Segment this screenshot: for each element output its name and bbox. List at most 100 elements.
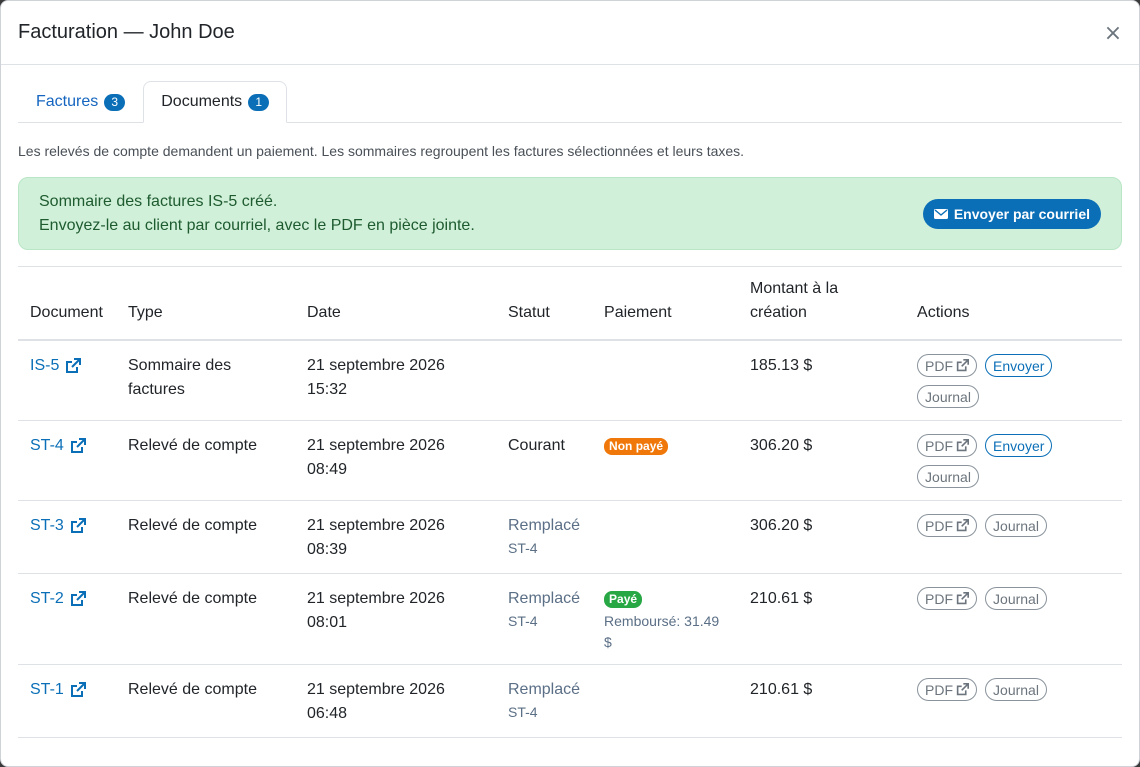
document-link[interactable]: ST-4 bbox=[30, 434, 86, 458]
journal-button[interactable]: Journal bbox=[917, 385, 979, 408]
external-link-icon bbox=[956, 359, 970, 372]
external-link-icon bbox=[956, 592, 970, 605]
journal-button[interactable]: Journal bbox=[985, 587, 1047, 610]
replaced-by-ref: ST-4 bbox=[508, 613, 538, 629]
date-time: 08:01 bbox=[307, 614, 348, 631]
document-link[interactable]: ST-1 bbox=[30, 678, 86, 702]
cell-payment bbox=[592, 500, 739, 574]
cell-amount: 210.61 $ bbox=[738, 573, 906, 665]
cell-amount: 185.13 $ bbox=[738, 340, 906, 421]
date-time: 15:32 bbox=[307, 381, 348, 398]
date-time: 06:48 bbox=[307, 705, 348, 722]
date-day: 21 septembre 2026 bbox=[307, 517, 445, 534]
documents-table: Document Type Date Statut Paiement Monta… bbox=[18, 267, 1122, 738]
status-label: Remplacé bbox=[508, 517, 581, 534]
header-amount-line1: Montant à la bbox=[750, 280, 839, 297]
cell-actions: PDF Envoyer Journal bbox=[905, 420, 1122, 501]
pdf-button[interactable]: PDF bbox=[917, 514, 978, 537]
modal-header: Facturation — John Doe × bbox=[1, 1, 1139, 65]
document-id: ST-3 bbox=[30, 517, 64, 534]
pdf-button[interactable]: PDF bbox=[917, 434, 978, 457]
table-row: ST-2 Relevé de compte 21 septembre 2026 … bbox=[18, 573, 1122, 665]
status-label: Remplacé bbox=[508, 681, 581, 698]
cell-amount: 210.61 $ bbox=[738, 664, 906, 738]
modal-title: Facturation — John Doe bbox=[18, 21, 235, 43]
cell-date: 21 septembre 2026 15:32 bbox=[295, 340, 496, 421]
cell-type: Sommaire des factures bbox=[116, 340, 295, 421]
header-actions: Actions bbox=[905, 267, 1122, 341]
pdf-label: PDF bbox=[925, 590, 954, 607]
cell-type: Relevé de compte bbox=[116, 420, 295, 501]
send-button[interactable]: Envoyer bbox=[985, 354, 1053, 377]
cell-status: Courant bbox=[496, 420, 593, 501]
send-button[interactable]: Envoyer bbox=[985, 434, 1053, 457]
modal-body: Factures 3 Documents 1 Les relevés de co… bbox=[1, 65, 1139, 738]
tab-invoices-label: Factures bbox=[36, 93, 99, 110]
header-date: Date bbox=[295, 267, 496, 341]
close-button[interactable]: × bbox=[1103, 20, 1123, 46]
document-id: IS-5 bbox=[30, 357, 60, 374]
success-alert: Sommaire des factures IS-5 créé. Envoyez… bbox=[18, 177, 1122, 250]
date-day: 21 septembre 2026 bbox=[307, 590, 445, 607]
row-actions: PDF Envoyer Journal bbox=[917, 434, 1067, 500]
date-day: 21 septembre 2026 bbox=[307, 437, 445, 454]
pdf-label: PDF bbox=[925, 437, 954, 454]
cell-type: Relevé de compte bbox=[116, 664, 295, 738]
external-link-icon bbox=[70, 682, 86, 697]
cell-document: ST-3 bbox=[18, 500, 116, 574]
pdf-button[interactable]: PDF bbox=[917, 354, 978, 377]
cell-actions: PDF Envoyer Journal bbox=[905, 340, 1122, 421]
table-row: ST-3 Relevé de compte 21 septembre 2026 … bbox=[18, 500, 1122, 574]
external-link-icon bbox=[70, 438, 86, 453]
document-link[interactable]: IS-5 bbox=[30, 354, 82, 378]
journal-button[interactable]: Journal bbox=[917, 465, 979, 488]
cell-date: 21 septembre 2026 06:48 bbox=[295, 664, 496, 738]
tab-invoices[interactable]: Factures 3 bbox=[18, 81, 143, 123]
document-link[interactable]: ST-2 bbox=[30, 587, 86, 611]
table-row: ST-1 Relevé de compte 21 septembre 2026 … bbox=[18, 664, 1122, 738]
cell-amount: 306.20 $ bbox=[738, 420, 906, 501]
tab-invoices-count: 3 bbox=[104, 93, 126, 111]
cell-payment bbox=[592, 340, 739, 421]
cell-document: ST-2 bbox=[18, 573, 116, 665]
send-email-button[interactable]: Envoyer par courriel bbox=[922, 198, 1101, 229]
cell-actions: PDF Journal bbox=[905, 500, 1122, 574]
document-link[interactable]: ST-3 bbox=[30, 514, 86, 538]
cell-payment bbox=[592, 664, 739, 738]
header-type: Type bbox=[116, 267, 295, 341]
cell-document: IS-5 bbox=[18, 340, 116, 421]
pdf-label: PDF bbox=[925, 517, 954, 534]
journal-button[interactable]: Journal bbox=[985, 514, 1047, 537]
header-status: Statut bbox=[496, 267, 593, 341]
header-payment: Paiement bbox=[592, 267, 739, 341]
envelope-icon bbox=[933, 208, 948, 219]
external-link-icon bbox=[956, 683, 970, 696]
row-actions: PDF Journal bbox=[917, 587, 1067, 622]
document-id: ST-2 bbox=[30, 590, 64, 607]
date-day: 21 septembre 2026 bbox=[307, 357, 445, 374]
pdf-label: PDF bbox=[925, 681, 954, 698]
pdf-button[interactable]: PDF bbox=[917, 587, 978, 610]
header-amount-line2: création bbox=[750, 304, 807, 321]
pdf-button[interactable]: PDF bbox=[917, 678, 978, 701]
cell-actions: PDF Journal bbox=[905, 664, 1122, 738]
alert-message: Sommaire des factures IS-5 créé. Envoyez… bbox=[39, 190, 475, 238]
refund-text: Remboursé: 31.49 $ bbox=[604, 613, 720, 650]
tab-documents[interactable]: Documents 1 bbox=[143, 81, 288, 123]
external-link-icon bbox=[70, 591, 86, 606]
row-actions: PDF Journal bbox=[917, 514, 1067, 549]
cell-type: Relevé de compte bbox=[116, 500, 295, 574]
cell-status bbox=[496, 340, 593, 421]
replaced-by-ref: ST-4 bbox=[508, 704, 538, 720]
document-id: ST-1 bbox=[30, 681, 64, 698]
close-icon: × bbox=[1103, 20, 1123, 46]
external-link-icon bbox=[70, 518, 86, 533]
journal-button[interactable]: Journal bbox=[985, 678, 1047, 701]
row-actions: PDF Envoyer Journal bbox=[917, 354, 1067, 420]
cell-status: Remplacé ST-4 bbox=[496, 500, 593, 574]
cell-date: 21 septembre 2026 08:49 bbox=[295, 420, 496, 501]
status-label: Remplacé bbox=[508, 590, 581, 607]
cell-date: 21 septembre 2026 08:39 bbox=[295, 500, 496, 574]
date-time: 08:49 bbox=[307, 461, 348, 478]
alert-line-1: Sommaire des factures IS-5 créé. bbox=[39, 192, 278, 210]
